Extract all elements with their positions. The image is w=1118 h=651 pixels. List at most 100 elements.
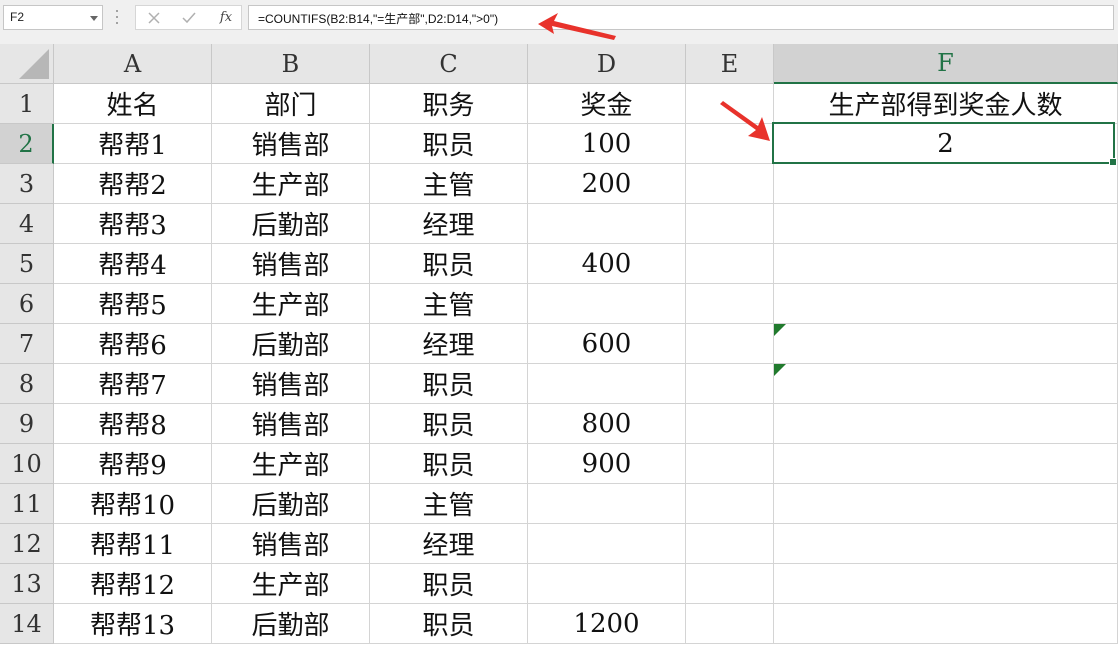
row-header-7[interactable]: 7 (0, 324, 54, 364)
cell-c1-position[interactable]: 职务 (370, 84, 528, 124)
cell-c7-position[interactable]: 经理 (370, 324, 528, 364)
cell-e14-empty[interactable] (686, 604, 774, 644)
cell-b3-department[interactable]: 生产部 (212, 164, 370, 204)
cell-c6-position[interactable]: 主管 (370, 284, 528, 324)
cell-b1-department[interactable]: 部门 (212, 84, 370, 124)
column-header-b[interactable]: B (212, 44, 370, 84)
cell-f13-result[interactable] (774, 564, 1118, 604)
cell-c5-position[interactable]: 职员 (370, 244, 528, 284)
cell-a3-name[interactable]: 帮帮2 (54, 164, 212, 204)
row-header-3[interactable]: 3 (0, 164, 54, 204)
name-box[interactable]: F2 (3, 5, 103, 30)
cell-b10-department[interactable]: 生产部 (212, 444, 370, 484)
row-header-12[interactable]: 12 (0, 524, 54, 564)
cell-a10-name[interactable]: 帮帮9 (54, 444, 212, 484)
cell-b14-department[interactable]: 后勤部 (212, 604, 370, 644)
cell-d10-bonus[interactable]: 900 (528, 444, 686, 484)
cell-a6-name[interactable]: 帮帮5 (54, 284, 212, 324)
column-header-c[interactable]: C (370, 44, 528, 84)
row-header-11[interactable]: 11 (0, 484, 54, 524)
row-header-9[interactable]: 9 (0, 404, 54, 444)
cell-f12-result[interactable] (774, 524, 1118, 564)
formula-input[interactable]: =COUNTIFS(B2:B14,"=生产部",D2:D14,">0") (248, 5, 1114, 30)
error-indicator-flag-icon[interactable] (774, 364, 786, 376)
chevron-down-icon[interactable] (90, 16, 98, 21)
cell-b12-department[interactable]: 销售部 (212, 524, 370, 564)
error-indicator-flag-icon[interactable] (774, 324, 786, 336)
cell-c2-position[interactable]: 职员 (370, 124, 528, 164)
cell-b8-department[interactable]: 销售部 (212, 364, 370, 404)
cell-e4-empty[interactable] (686, 204, 774, 244)
column-header-d[interactable]: D (528, 44, 686, 84)
cell-c8-position[interactable]: 职员 (370, 364, 528, 404)
cell-f4-result[interactable] (774, 204, 1118, 244)
row-header-4[interactable]: 4 (0, 204, 54, 244)
cell-e10-empty[interactable] (686, 444, 774, 484)
row-header-5[interactable]: 5 (0, 244, 54, 284)
row-header-8[interactable]: 8 (0, 364, 54, 404)
cell-d11-bonus[interactable] (528, 484, 686, 524)
cell-f3-result[interactable] (774, 164, 1118, 204)
cell-f9-result[interactable] (774, 404, 1118, 444)
cell-c11-position[interactable]: 主管 (370, 484, 528, 524)
cell-b5-department[interactable]: 销售部 (212, 244, 370, 284)
cell-e1-empty[interactable] (686, 84, 774, 124)
cell-d8-bonus[interactable] (528, 364, 686, 404)
cell-d7-bonus[interactable]: 600 (528, 324, 686, 364)
cell-a9-name[interactable]: 帮帮8 (54, 404, 212, 444)
cell-b13-department[interactable]: 生产部 (212, 564, 370, 604)
cell-c14-position[interactable]: 职员 (370, 604, 528, 644)
cell-b4-department[interactable]: 后勤部 (212, 204, 370, 244)
cell-e3-empty[interactable] (686, 164, 774, 204)
cell-e9-empty[interactable] (686, 404, 774, 444)
cell-c12-position[interactable]: 经理 (370, 524, 528, 564)
cell-f11-result[interactable] (774, 484, 1118, 524)
cell-f10-result[interactable] (774, 444, 1118, 484)
row-header-14[interactable]: 14 (0, 604, 54, 644)
cell-c9-position[interactable]: 职员 (370, 404, 528, 444)
cell-d13-bonus[interactable] (528, 564, 686, 604)
cell-c3-position[interactable]: 主管 (370, 164, 528, 204)
cell-a4-name[interactable]: 帮帮3 (54, 204, 212, 244)
cell-e5-empty[interactable] (686, 244, 774, 284)
column-header-e[interactable]: E (686, 44, 774, 84)
cell-b2-department[interactable]: 销售部 (212, 124, 370, 164)
cell-d6-bonus[interactable] (528, 284, 686, 324)
cell-d5-bonus[interactable]: 400 (528, 244, 686, 284)
cell-a8-name[interactable]: 帮帮7 (54, 364, 212, 404)
cell-f8-result[interactable] (774, 364, 1118, 404)
cell-d9-bonus[interactable]: 800 (528, 404, 686, 444)
cell-d2-bonus[interactable]: 100 (528, 124, 686, 164)
cell-d14-bonus[interactable]: 1200 (528, 604, 686, 644)
cell-c13-position[interactable]: 职员 (370, 564, 528, 604)
cell-b9-department[interactable]: 销售部 (212, 404, 370, 444)
cell-f6-result[interactable] (774, 284, 1118, 324)
cell-f14-result[interactable] (774, 604, 1118, 644)
cell-d3-bonus[interactable]: 200 (528, 164, 686, 204)
row-header-6[interactable]: 6 (0, 284, 54, 324)
cell-a1-name[interactable]: 姓名 (54, 84, 212, 124)
row-header-10[interactable]: 10 (0, 444, 54, 484)
cell-f2-result[interactable]: 2 (774, 124, 1118, 164)
cancel-x-icon[interactable] (139, 6, 169, 29)
select-all-corner[interactable] (0, 44, 54, 84)
cell-f1-result[interactable]: 生产部得到奖金人数 (774, 84, 1118, 124)
cell-e8-empty[interactable] (686, 364, 774, 404)
column-header-f[interactable]: F (774, 44, 1118, 84)
cell-e7-empty[interactable] (686, 324, 774, 364)
cell-b11-department[interactable]: 后勤部 (212, 484, 370, 524)
cell-e6-empty[interactable] (686, 284, 774, 324)
cell-f7-result[interactable] (774, 324, 1118, 364)
cell-c10-position[interactable]: 职员 (370, 444, 528, 484)
column-header-a[interactable]: A (54, 44, 212, 84)
cell-b7-department[interactable]: 后勤部 (212, 324, 370, 364)
formula-bar-grip-icon[interactable] (115, 10, 118, 24)
cell-e12-empty[interactable] (686, 524, 774, 564)
cell-a2-name[interactable]: 帮帮1 (54, 124, 212, 164)
enter-check-icon[interactable] (174, 6, 204, 29)
cell-b6-department[interactable]: 生产部 (212, 284, 370, 324)
cell-d4-bonus[interactable] (528, 204, 686, 244)
cell-a12-name[interactable]: 帮帮11 (54, 524, 212, 564)
cell-a5-name[interactable]: 帮帮4 (54, 244, 212, 284)
cell-c4-position[interactable]: 经理 (370, 204, 528, 244)
